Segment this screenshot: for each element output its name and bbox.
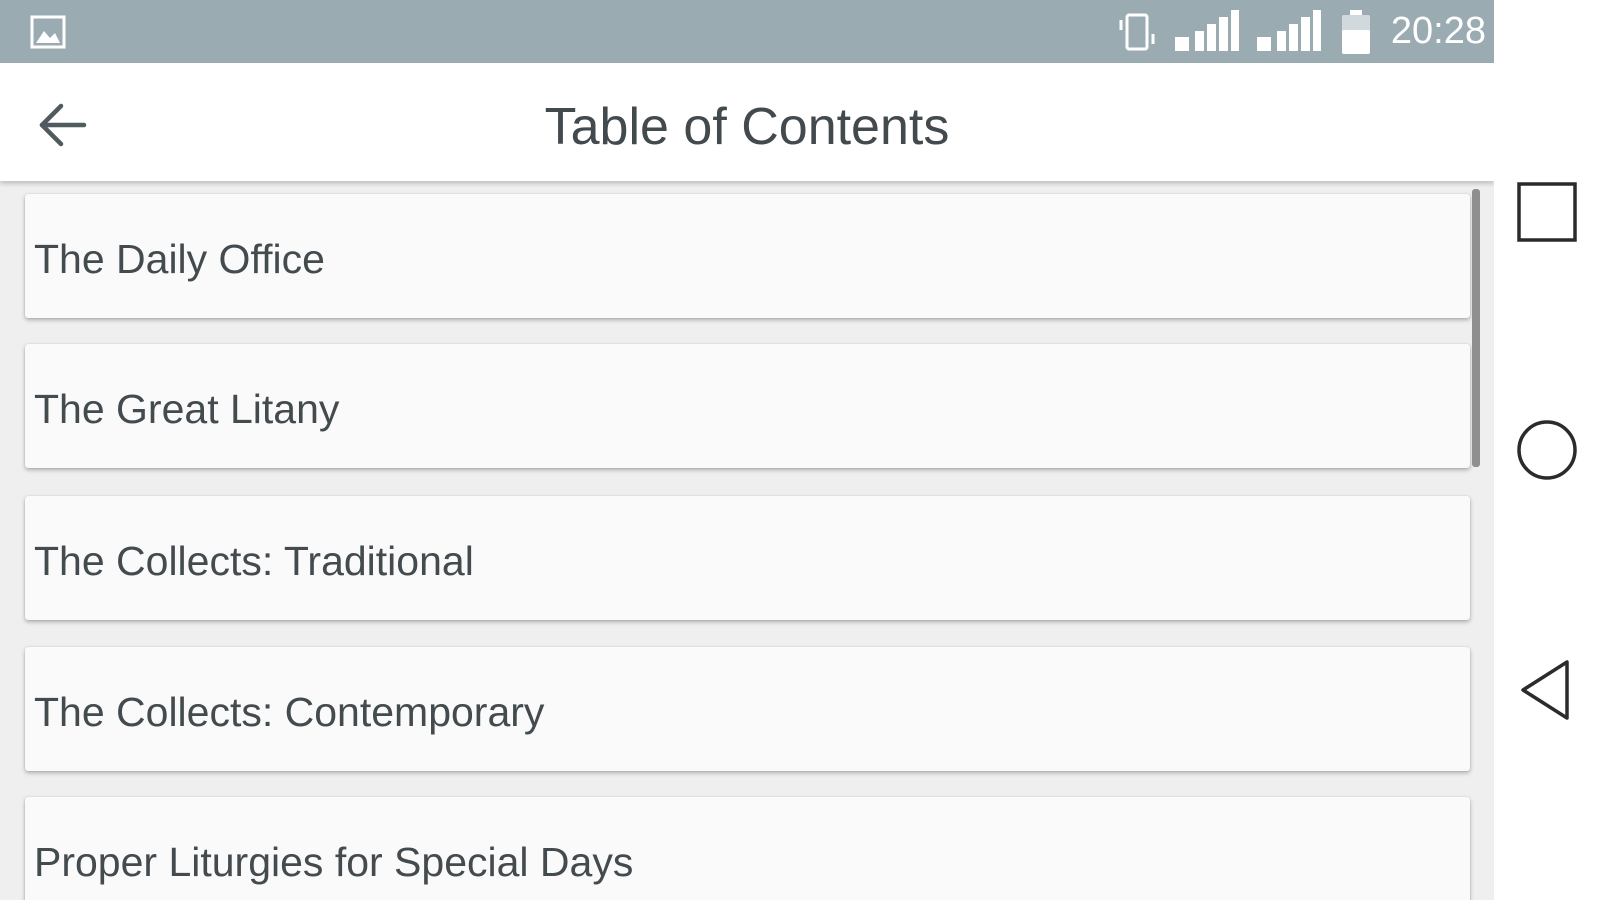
toc-item-great-litany[interactable]: The Great Litany [25, 344, 1470, 468]
status-time: 20:28 [1390, 10, 1486, 52]
vibrate-icon [1119, 13, 1155, 50]
toc-item-label: The Collects: Traditional [34, 538, 474, 584]
battery-icon [1341, 9, 1370, 54]
toc-item-daily-office[interactable]: The Daily Office [25, 194, 1470, 318]
recents-square-icon [1517, 182, 1577, 242]
system-nav-bar [1494, 0, 1600, 900]
signal-3g-icon [1174, 9, 1239, 51]
home-circle-icon [1517, 420, 1577, 480]
toc-item-label: Proper Liturgies for Special Days [34, 839, 634, 885]
home-button[interactable] [1511, 414, 1583, 486]
page-title: Table of Contents [544, 98, 950, 156]
back-triangle-icon [1521, 660, 1569, 720]
app-window: 20:28 Table of Contents The Daily Office… [0, 0, 1494, 900]
device-screen: 20:28 Table of Contents The Daily Office… [0, 0, 1600, 900]
status-bar: 20:28 [0, 0, 1494, 63]
toc-item-label: The Daily Office [34, 236, 325, 282]
toc-item-label: The Great Litany [34, 386, 340, 432]
nav-back-button[interactable] [1511, 654, 1583, 726]
recents-button[interactable] [1511, 176, 1583, 248]
toc-item-proper-liturgies[interactable]: Proper Liturgies for Special Days [25, 797, 1470, 900]
toc-list[interactable]: The Daily Office The Great Litany The Co… [0, 181, 1494, 900]
toc-item-collects-contemporary[interactable]: The Collects: Contemporary [25, 647, 1470, 771]
toc-item-label: The Collects: Contemporary [34, 689, 545, 735]
toc-item-collects-traditional[interactable]: The Collects: Traditional [25, 496, 1470, 620]
gallery-icon [30, 15, 66, 49]
list-scrollbar[interactable] [1472, 189, 1480, 467]
status-icons: 20:28 [1115, 0, 1486, 63]
signal-2g-icon [1256, 9, 1321, 51]
app-toolbar: Table of Contents [0, 63, 1494, 181]
